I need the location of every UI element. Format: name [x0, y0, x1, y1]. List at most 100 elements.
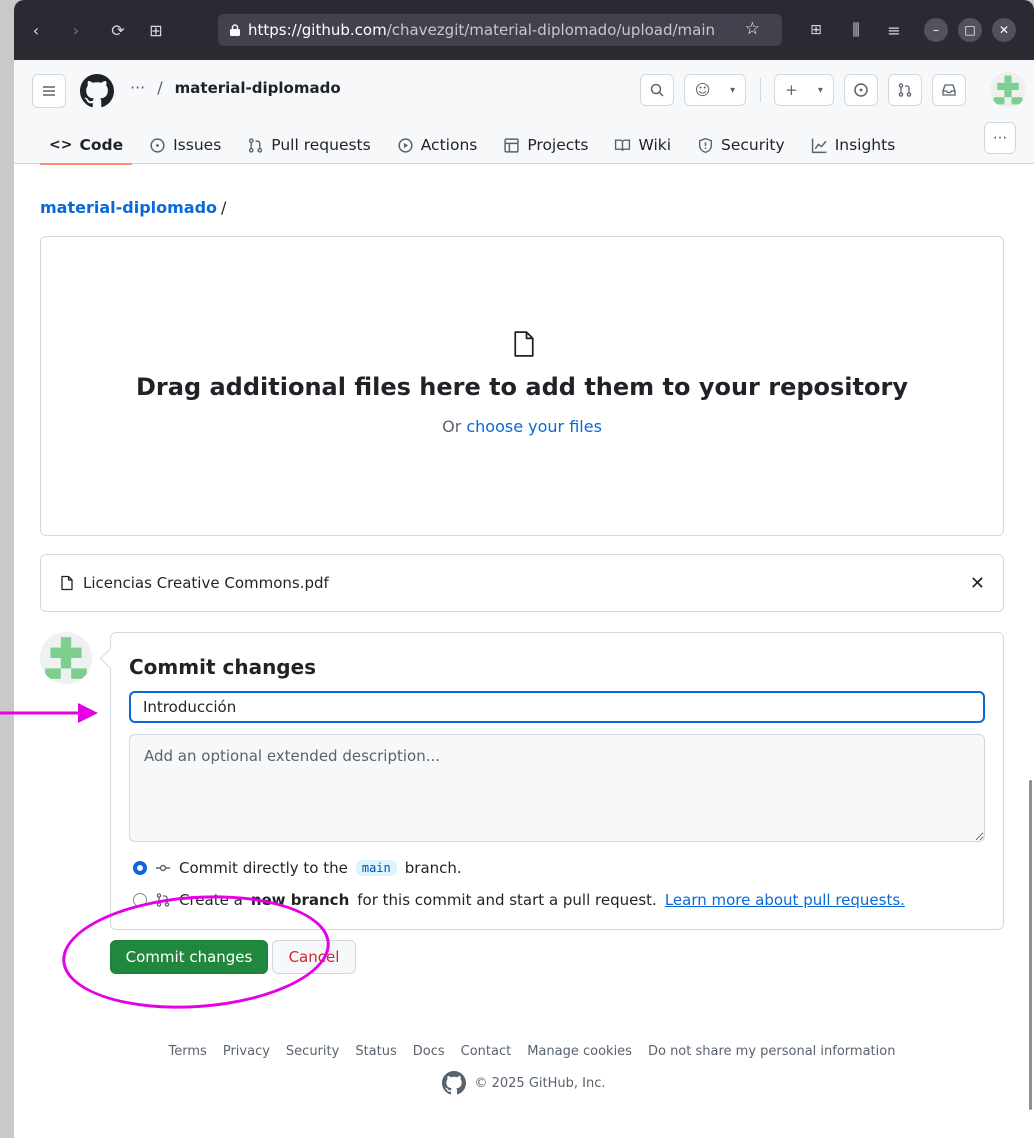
- tab-projects[interactable]: Projects: [490, 126, 601, 164]
- repo-link[interactable]: material-diplomado: [40, 198, 217, 217]
- search-button[interactable]: [640, 74, 674, 106]
- chevron-down-icon: ▾: [730, 84, 736, 96]
- bookmark-star-icon[interactable]: ☆: [745, 19, 760, 39]
- file-icon: [514, 331, 534, 357]
- footer-link-contact[interactable]: Contact: [461, 1044, 512, 1059]
- chevron-down-icon: ▾: [817, 84, 823, 96]
- forward-icon[interactable]: ›: [62, 16, 90, 44]
- user-avatar[interactable]: [990, 72, 1026, 108]
- page-scrollbar[interactable]: [1029, 780, 1032, 1110]
- tab-actions-label: Actions: [420, 136, 478, 154]
- hamburger-menu-button[interactable]: [32, 74, 66, 108]
- dropzone-or-text: Or: [442, 417, 462, 436]
- github-logo-icon[interactable]: [442, 1071, 467, 1095]
- commit-form-title: Commit changes: [129, 655, 317, 679]
- reload-icon[interactable]: ⟳: [104, 16, 132, 44]
- issue-opened-icon: [150, 137, 165, 153]
- plus-icon: +: [785, 81, 798, 99]
- footer-link-do-not-share[interactable]: Do not share my personal information: [648, 1044, 895, 1059]
- more-tabs-button[interactable]: ···: [984, 122, 1016, 154]
- extensions-grid-icon[interactable]: ⊞: [802, 16, 830, 44]
- footer-link-security[interactable]: Security: [286, 1044, 339, 1059]
- upload-breadcrumb: material-diplomado /: [40, 198, 226, 217]
- lock-icon: [230, 24, 240, 36]
- breadcrumb: ··· / material-diplomado: [130, 78, 341, 97]
- play-icon: [398, 137, 413, 153]
- copilot-icon: ☺: [694, 81, 711, 99]
- inbox-icon: [942, 84, 956, 96]
- tab-security[interactable]: Security: [684, 126, 798, 164]
- browser-toolbar: ‹ › ⟳ ⊞ https://github.com/chavezgit/mat…: [14, 0, 1034, 60]
- menu-icon: [43, 86, 55, 96]
- tab-code[interactable]: <> Code: [36, 126, 136, 165]
- url-bar[interactable]: https://github.com/chavezgit/material-di…: [218, 14, 782, 46]
- repo-nav-tabs: <> Code Issues Pull requests Actions Pro…: [36, 126, 909, 165]
- file-dropzone[interactable]: Drag additional files here to add them t…: [40, 236, 1004, 536]
- tab-pull-requests-label: Pull requests: [271, 136, 371, 154]
- table-icon: [504, 137, 519, 153]
- url-path: /chavezgit/material-diplomado/upload/mai…: [386, 21, 716, 39]
- minimize-icon[interactable]: –: [924, 18, 948, 42]
- app-menu-icon[interactable]: ≡: [880, 16, 908, 44]
- library-icon[interactable]: ⫼: [842, 16, 870, 44]
- branch-name-badge: main: [355, 860, 397, 876]
- issues-button[interactable]: [844, 74, 878, 106]
- search-icon: [650, 83, 664, 97]
- identicon-icon: [993, 75, 1023, 105]
- learn-more-pull-requests-link[interactable]: Learn more about pull requests.: [665, 891, 905, 909]
- tab-code-label: Code: [79, 136, 124, 154]
- commit-description-textarea[interactable]: [129, 734, 985, 842]
- annotation-arrow-icon: [0, 703, 98, 723]
- uploaded-file-name: Licencias Creative Commons.pdf: [83, 574, 329, 592]
- maximize-icon[interactable]: □: [958, 18, 982, 42]
- footer-link-privacy[interactable]: Privacy: [223, 1044, 270, 1059]
- breadcrumb-separator: /: [157, 78, 163, 97]
- tab-wiki-label: Wiki: [638, 136, 672, 154]
- page-footer: Terms Privacy Security Status Docs Conta…: [14, 1044, 1034, 1095]
- github-logo-icon[interactable]: [80, 74, 114, 108]
- url-host: https://github.com: [248, 21, 387, 39]
- git-pull-request-icon: [898, 83, 912, 97]
- commit-direct-prefix: Commit directly to the: [179, 859, 348, 877]
- tab-insights-label: Insights: [834, 136, 896, 154]
- kebab-horizontal-icon: ···: [992, 129, 1008, 147]
- tab-pull-requests[interactable]: Pull requests: [234, 126, 383, 164]
- commit-author-avatar: [40, 632, 92, 684]
- footer-link-status[interactable]: Status: [355, 1044, 396, 1059]
- graph-icon: [811, 138, 827, 153]
- issue-opened-icon: [854, 83, 868, 97]
- commit-new-suffix: for this commit and start a pull request…: [357, 891, 657, 909]
- commit-direct-option[interactable]: Commit directly to the main branch.: [133, 859, 462, 877]
- create-new-button[interactable]: + ▾: [774, 74, 834, 106]
- commit-summary-input[interactable]: [129, 691, 985, 723]
- repo-breadcrumb-separator: /: [221, 198, 227, 217]
- footer-link-terms[interactable]: Terms: [169, 1044, 207, 1059]
- code-icon: <>: [49, 137, 73, 153]
- breadcrumb-repo-link[interactable]: material-diplomado: [175, 79, 341, 97]
- header-divider: [760, 78, 761, 102]
- tab-insights[interactable]: Insights: [798, 126, 909, 164]
- identicon-icon: [45, 637, 87, 679]
- footer-links: Terms Privacy Security Status Docs Conta…: [30, 1044, 1034, 1059]
- tab-security-label: Security: [721, 136, 785, 154]
- tab-issues[interactable]: Issues: [136, 126, 234, 164]
- choose-files-link[interactable]: choose your files: [466, 417, 602, 436]
- commit-direct-radio[interactable]: [133, 861, 147, 875]
- footer-link-docs[interactable]: Docs: [413, 1044, 445, 1059]
- tab-wiki[interactable]: Wiki: [601, 126, 684, 164]
- pull-requests-button[interactable]: [888, 74, 922, 106]
- file-icon: [61, 575, 73, 591]
- remove-file-icon[interactable]: ✕: [970, 573, 985, 594]
- breadcrumb-more[interactable]: ···: [130, 78, 145, 97]
- git-commit-icon: [156, 864, 170, 872]
- inbox-button[interactable]: [932, 74, 966, 106]
- back-icon[interactable]: ‹: [22, 16, 50, 44]
- footer-link-manage-cookies[interactable]: Manage cookies: [527, 1044, 632, 1059]
- tab-projects-label: Projects: [527, 136, 589, 154]
- commit-form: Commit changes Commit directly to the ma…: [110, 632, 1004, 930]
- uploaded-file-row: Licencias Creative Commons.pdf ✕: [40, 554, 1004, 612]
- picture-in-picture-icon[interactable]: ⊞: [142, 16, 170, 44]
- tab-actions[interactable]: Actions: [384, 126, 491, 164]
- close-window-icon[interactable]: ✕: [992, 18, 1016, 42]
- copilot-button[interactable]: ☺ ▾: [684, 74, 746, 106]
